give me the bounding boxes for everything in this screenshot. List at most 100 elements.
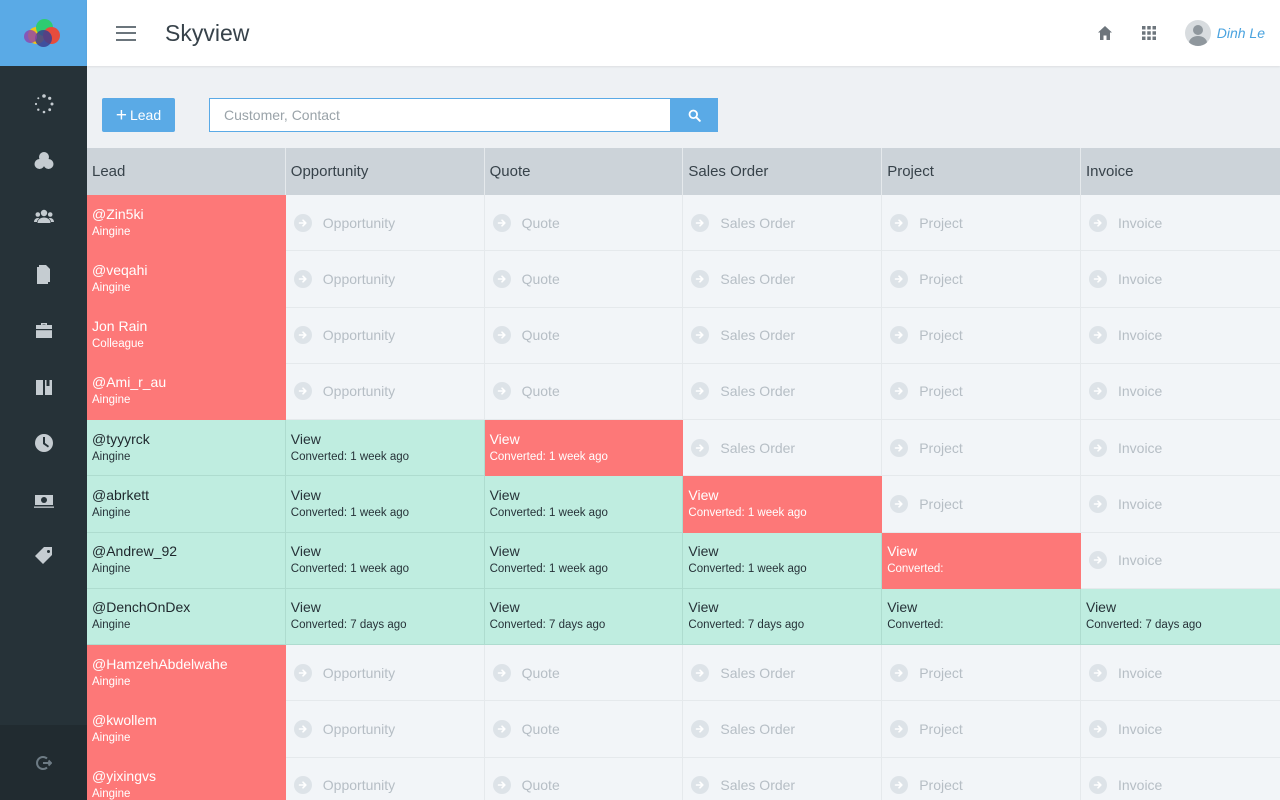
convert-to-sales-order-button[interactable]: Sales Order (683, 363, 883, 420)
convert-to-project-button[interactable]: Project (882, 701, 1081, 758)
column-header-quote[interactable]: Quote (485, 148, 684, 195)
convert-to-quote-button[interactable]: Quote (484, 307, 684, 364)
convert-to-invoice-button[interactable]: Invoice (1080, 195, 1280, 252)
quote-converted-cell[interactable]: View Converted: 1 week ago (484, 476, 684, 533)
convert-to-sales-order-button[interactable]: Sales Order (683, 195, 883, 252)
sidebar-item-documents[interactable] (0, 246, 87, 303)
opportunity-converted-cell[interactable]: View Converted: 7 days ago (285, 588, 485, 645)
sidebar-item-catalog[interactable] (0, 359, 87, 416)
lead-cell[interactable]: Jon Rain Colleague (87, 307, 286, 364)
quote-converted-cell[interactable]: View Converted: 7 days ago (484, 588, 684, 645)
view-link[interactable]: View (1086, 598, 1280, 616)
convert-to-project-button[interactable]: Project (882, 363, 1081, 420)
convert-to-quote-button[interactable]: Quote (484, 195, 684, 252)
app-logo[interactable] (0, 0, 87, 66)
project-converted-cell[interactable]: View Converted: (882, 588, 1081, 645)
sales-order-converted-cell[interactable]: View Converted: 1 week ago (683, 532, 883, 589)
convert-to-opportunity-button[interactable]: Opportunity (285, 701, 485, 758)
lead-cell[interactable]: @yixingvs Aingine (87, 757, 286, 800)
convert-to-project-button[interactable]: Project (882, 251, 1081, 308)
convert-to-invoice-button[interactable]: Invoice (1080, 251, 1280, 308)
column-header-invoice[interactable]: Invoice (1081, 148, 1280, 195)
convert-to-opportunity-button[interactable]: Opportunity (285, 757, 485, 800)
sales-order-converted-cell[interactable]: View Converted: 7 days ago (683, 588, 883, 645)
opportunity-converted-cell[interactable]: View Converted: 1 week ago (285, 420, 485, 477)
lead-cell[interactable]: @Ami_r_au Aingine (87, 363, 286, 420)
convert-to-sales-order-button[interactable]: Sales Order (683, 251, 883, 308)
add-lead-button[interactable]: + Lead (102, 98, 175, 132)
convert-to-invoice-button[interactable]: Invoice (1080, 701, 1280, 758)
apps-grid-icon[interactable] (1141, 25, 1157, 41)
view-link[interactable]: View (291, 542, 484, 560)
lead-cell[interactable]: @tyyyrck Aingine (87, 420, 286, 477)
convert-to-invoice-button[interactable]: Invoice (1080, 363, 1280, 420)
convert-to-project-button[interactable]: Project (882, 757, 1081, 800)
convert-to-project-button[interactable]: Project (882, 645, 1081, 702)
view-link[interactable]: View (490, 430, 683, 448)
convert-to-sales-order-button[interactable]: Sales Order (683, 757, 883, 800)
view-link[interactable]: View (887, 542, 1080, 560)
convert-to-sales-order-button[interactable]: Sales Order (683, 420, 883, 477)
convert-to-opportunity-button[interactable]: Opportunity (285, 195, 485, 252)
lead-cell[interactable]: @HamzehAbdelwahe Aingine (87, 645, 286, 702)
convert-to-quote-button[interactable]: Quote (484, 363, 684, 420)
view-link[interactable]: View (887, 598, 1080, 616)
avatar[interactable] (1184, 20, 1211, 46)
convert-to-sales-order-button[interactable]: Sales Order (683, 701, 883, 758)
column-header-project[interactable]: Project (882, 148, 1081, 195)
sidebar-item-timesheet[interactable] (0, 415, 87, 472)
lead-cell[interactable]: @veqahi Aingine (87, 251, 286, 308)
invoice-converted-cell[interactable]: View Converted: 7 days ago (1080, 588, 1280, 645)
column-header-lead[interactable]: Lead (87, 148, 286, 195)
convert-to-opportunity-button[interactable]: Opportunity (285, 363, 485, 420)
convert-to-project-button[interactable]: Project (882, 195, 1081, 252)
convert-to-sales-order-button[interactable]: Sales Order (683, 307, 883, 364)
view-link[interactable]: View (688, 598, 881, 616)
convert-to-invoice-button[interactable]: Invoice (1080, 757, 1280, 800)
column-header-sales-order[interactable]: Sales Order (683, 148, 883, 195)
opportunity-converted-cell[interactable]: View Converted: 1 week ago (285, 476, 485, 533)
sales-order-converted-cell[interactable]: View Converted: 1 week ago (683, 476, 883, 533)
search-input[interactable] (209, 98, 670, 132)
convert-to-invoice-button[interactable]: Invoice (1080, 307, 1280, 364)
convert-to-quote-button[interactable]: Quote (484, 251, 684, 308)
view-link[interactable]: View (490, 542, 683, 560)
quote-converted-cell[interactable]: View Converted: 1 week ago (484, 420, 684, 477)
column-header-opportunity[interactable]: Opportunity (286, 148, 485, 195)
convert-to-invoice-button[interactable]: Invoice (1080, 532, 1280, 589)
view-link[interactable]: View (490, 598, 683, 616)
convert-to-project-button[interactable]: Project (882, 476, 1081, 533)
convert-to-quote-button[interactable]: Quote (484, 757, 684, 800)
convert-to-sales-order-button[interactable]: Sales Order (683, 645, 883, 702)
view-link[interactable]: View (490, 486, 683, 504)
convert-to-opportunity-button[interactable]: Opportunity (285, 307, 485, 364)
menu-toggle-icon[interactable] (116, 25, 136, 41)
sidebar-item-projects[interactable] (0, 302, 87, 359)
sidebar-item-billing[interactable] (0, 472, 87, 529)
sidebar-item-tags[interactable] (0, 528, 87, 585)
sidebar-item-dashboard[interactable] (0, 76, 87, 133)
lead-cell[interactable]: @kwollem Aingine (87, 701, 286, 758)
convert-to-invoice-button[interactable]: Invoice (1080, 420, 1280, 477)
convert-to-quote-button[interactable]: Quote (484, 701, 684, 758)
convert-to-project-button[interactable]: Project (882, 307, 1081, 364)
convert-to-opportunity-button[interactable]: Opportunity (285, 645, 485, 702)
view-link[interactable]: View (291, 430, 484, 448)
convert-to-invoice-button[interactable]: Invoice (1080, 476, 1280, 533)
convert-to-opportunity-button[interactable]: Opportunity (285, 251, 485, 308)
user-name-link[interactable]: Dinh Le (1217, 25, 1265, 41)
view-link[interactable]: View (291, 598, 484, 616)
quote-converted-cell[interactable]: View Converted: 1 week ago (484, 532, 684, 589)
sidebar-item-contacts[interactable] (0, 189, 87, 246)
sidebar-item-pipeline[interactable] (0, 133, 87, 190)
convert-to-invoice-button[interactable]: Invoice (1080, 645, 1280, 702)
lead-cell[interactable]: @abrkett Aingine (87, 476, 286, 533)
project-converted-cell[interactable]: View Converted: (882, 532, 1081, 589)
view-link[interactable]: View (688, 542, 881, 560)
lead-cell[interactable]: @Zin5ki Aingine (87, 195, 286, 252)
opportunity-converted-cell[interactable]: View Converted: 1 week ago (285, 532, 485, 589)
home-icon[interactable] (1097, 25, 1113, 41)
search-button[interactable] (670, 98, 718, 132)
convert-to-quote-button[interactable]: Quote (484, 645, 684, 702)
convert-to-project-button[interactable]: Project (882, 420, 1081, 477)
